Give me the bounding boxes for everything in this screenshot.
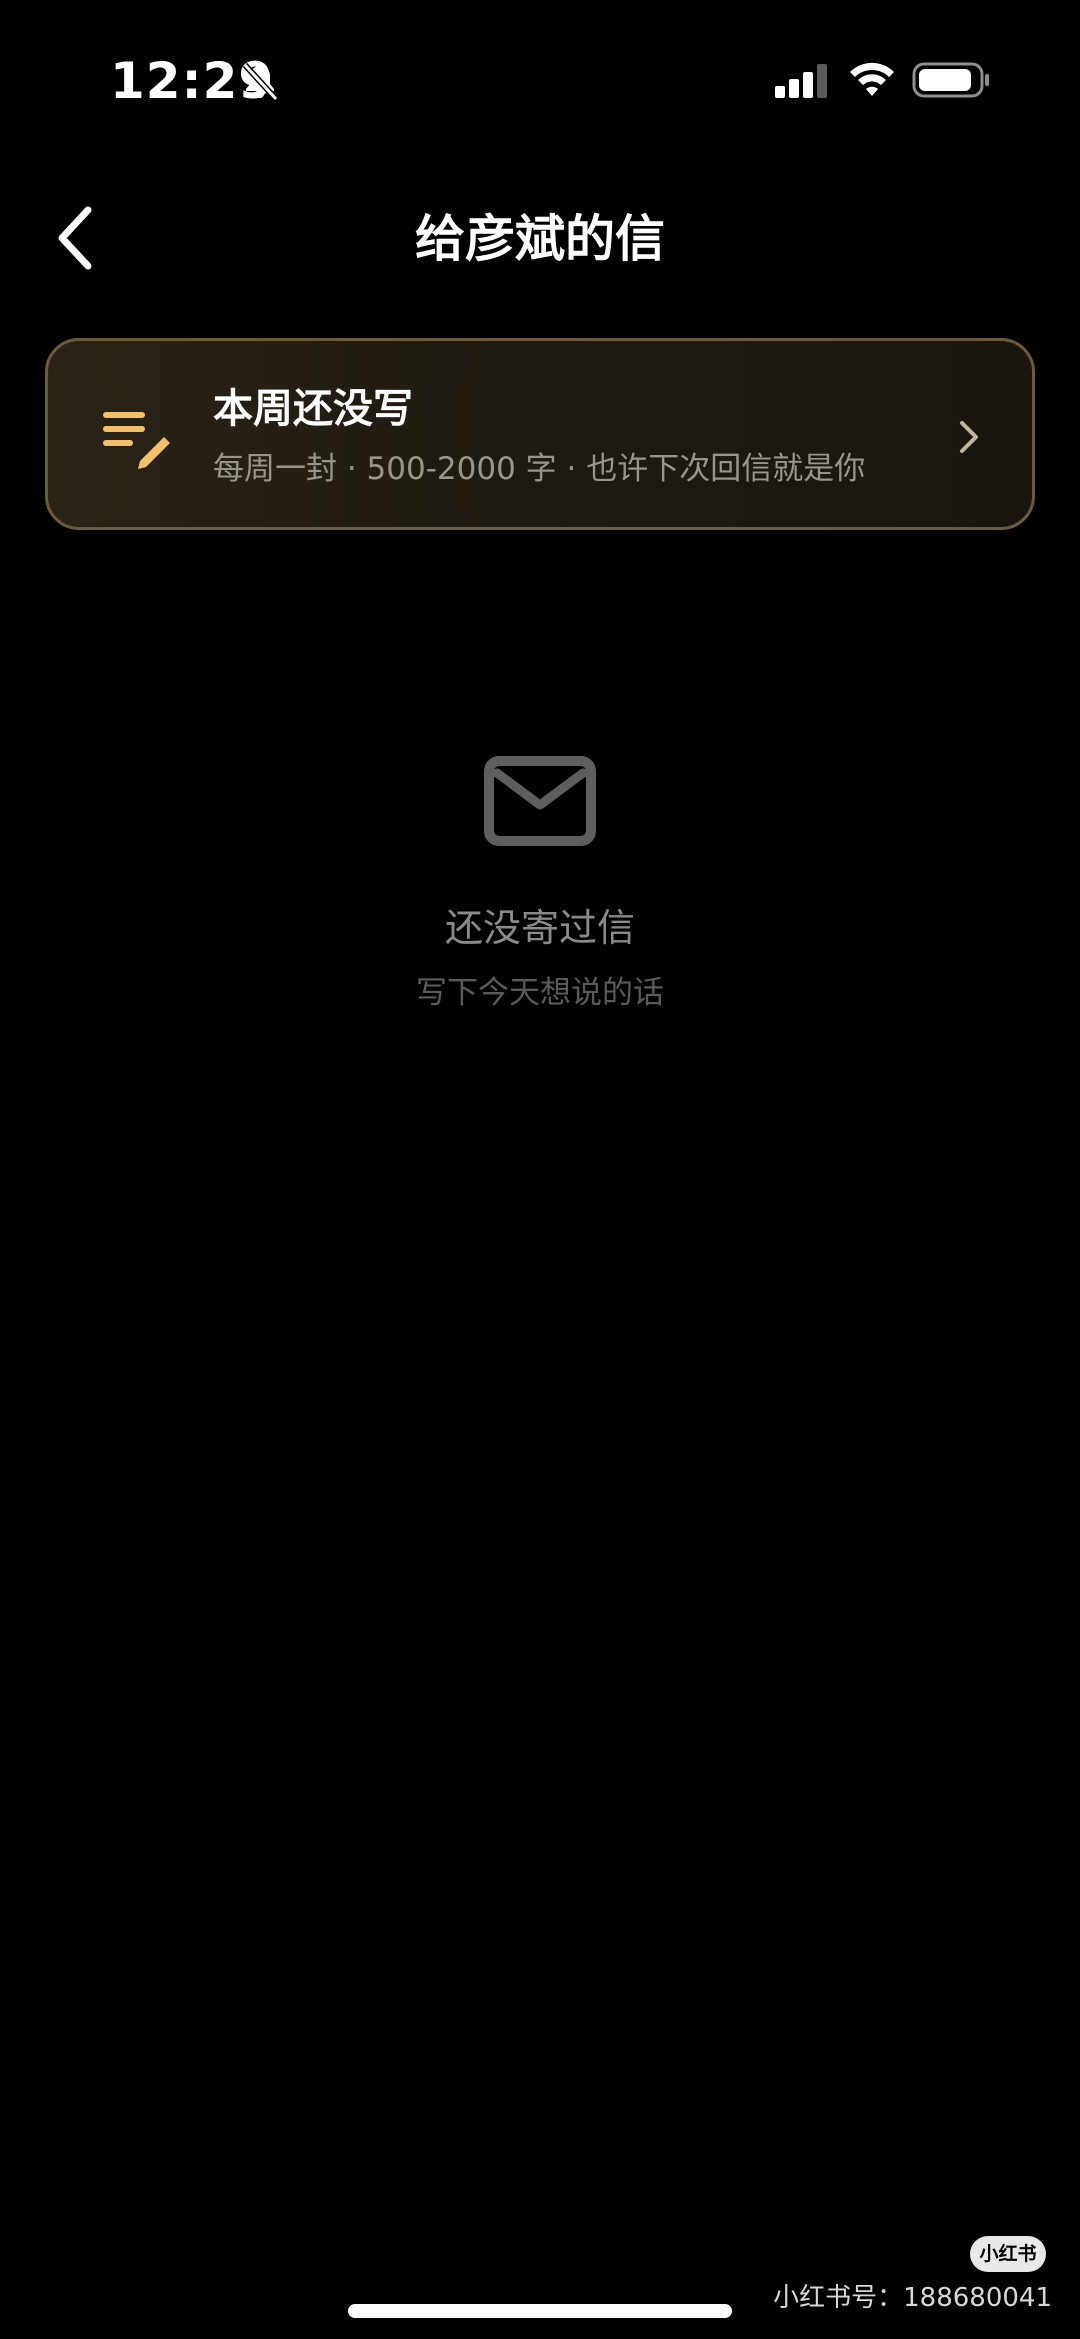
card-subtitle: 每周一封 · 500-2000 字 · 也许下次回信就是你 (213, 451, 866, 487)
write-letter-card[interactable]: 本周还没写 每周一封 · 500-2000 字 · 也许下次回信就是你 (45, 338, 1035, 530)
page-title: 给彦斌的信 (415, 210, 665, 268)
empty-state-title: 还没寄过信 (444, 906, 635, 950)
status-bar: 12:29 (0, 0, 1080, 160)
watermark-id: 小红书号：188680041 (773, 2283, 1052, 2313)
wifi-icon (850, 62, 894, 96)
chevron-right-icon (960, 421, 978, 453)
battery-icon (912, 62, 989, 98)
write-list-pencil-icon (103, 412, 170, 469)
card-title: 本周还没写 (213, 386, 413, 432)
home-indicator[interactable] (348, 2304, 732, 2318)
envelope-icon (484, 756, 596, 846)
bell-off-icon (242, 62, 279, 102)
empty-state-subtitle: 写下今天想说的话 (416, 975, 664, 1011)
signal-icon (775, 64, 827, 98)
xiaohongshu-logo: 小红书 (970, 2236, 1046, 2272)
